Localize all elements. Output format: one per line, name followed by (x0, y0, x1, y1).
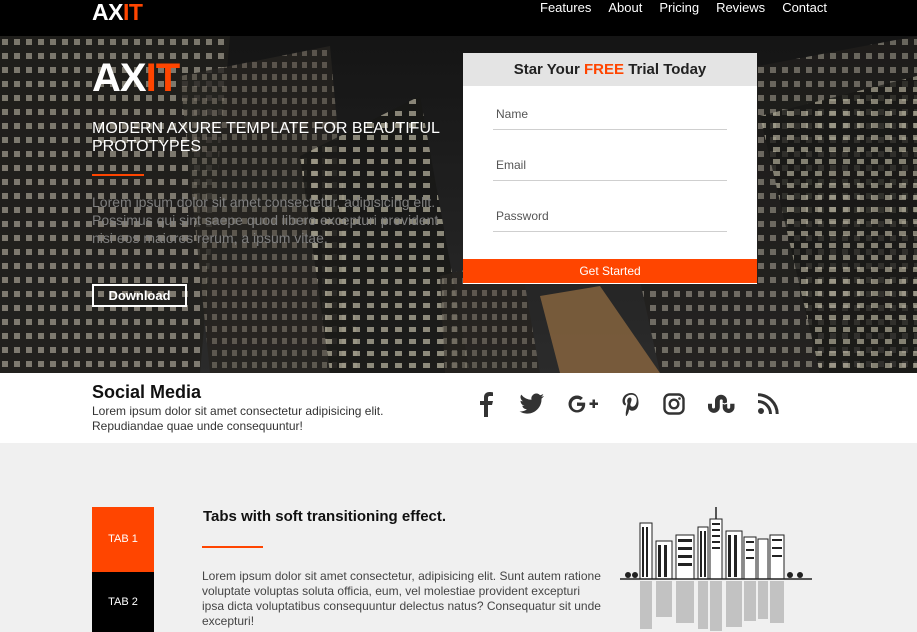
instagram-icon[interactable] (663, 393, 685, 420)
signup-form-title: Star Your FREE Trial Today (463, 53, 757, 86)
pinterest-icon[interactable] (621, 392, 641, 421)
nav-contact-link[interactable]: Contact (782, 0, 827, 16)
password-field[interactable]: Password (493, 207, 727, 232)
twitter-icon[interactable] (519, 393, 545, 420)
nav-reviews-link[interactable]: Reviews (716, 0, 765, 16)
tabs-heading: Tabs with soft transitioning effect. (203, 508, 447, 525)
hero-logo: AXIT (92, 56, 180, 100)
social-description: Lorem ipsum dolor sit amet consectetur a… (92, 404, 384, 433)
hero-description: Lorem ipsum dolor sit amet consectetur, … (92, 194, 439, 246)
rss-icon[interactable] (757, 393, 779, 420)
nav-pricing-link[interactable]: Pricing (659, 0, 699, 16)
get-started-button[interactable]: Get Started (463, 259, 757, 283)
top-navbar: AXIT Features About Pricing Reviews Cont… (0, 0, 917, 36)
tab-1[interactable]: TAB 1 (92, 507, 154, 572)
signup-form: Star Your FREE Trial Today Name Email Pa… (463, 53, 757, 284)
tab-2[interactable]: TAB 2 (92, 572, 154, 632)
social-media-section: Social Media Lorem ipsum dolor sit amet … (0, 373, 917, 443)
tabs-accent-divider (202, 546, 263, 548)
tabs-description: Lorem ipsum dolor sit amet consectetur, … (202, 569, 601, 628)
stumbleupon-icon[interactable] (707, 394, 735, 419)
facebook-icon[interactable] (475, 391, 497, 422)
hero-tagline: MODERN AXURE TEMPLATE FOR BEAUTIFUL PROT… (92, 120, 440, 155)
nav-features-link[interactable]: Features (540, 0, 591, 16)
brand-logo[interactable]: AXIT (92, 0, 143, 24)
main-nav: Features About Pricing Reviews Contact (540, 0, 827, 16)
social-title: Social Media (92, 382, 202, 402)
nav-about-link[interactable]: About (608, 0, 642, 16)
email-field[interactable]: Email (493, 156, 727, 181)
hero-section: AXIT MODERN AXURE TEMPLATE FOR BEAUTIFUL… (0, 36, 917, 373)
social-icons (475, 391, 801, 422)
city-skyline-illustration (620, 507, 812, 631)
google-plus-icon[interactable] (567, 393, 599, 420)
download-button[interactable]: Download (92, 284, 187, 307)
name-field[interactable]: Name (493, 105, 727, 130)
hero-accent-divider (92, 174, 144, 176)
